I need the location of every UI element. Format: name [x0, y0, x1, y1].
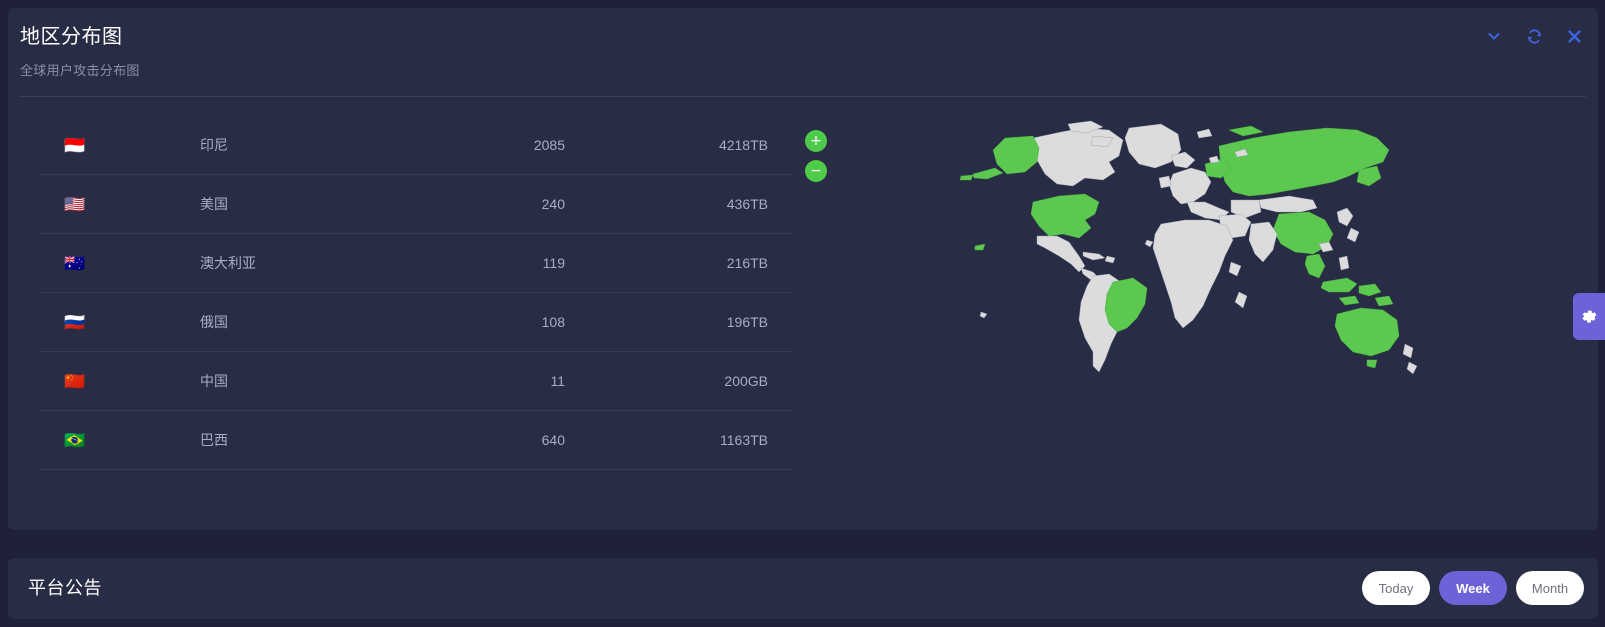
country-name: 中国: [200, 371, 350, 391]
country-name: 俄国: [200, 312, 350, 332]
attack-count: 11: [350, 373, 590, 389]
flag-icon: 🇺🇸: [40, 196, 200, 213]
card-subtitle: 全球用户攻击分布图: [20, 60, 140, 79]
map-zoom-controls: + −: [805, 130, 827, 182]
world-map[interactable]: [933, 116, 1423, 386]
header-divider: [20, 96, 1586, 97]
zoom-in-button[interactable]: +: [805, 130, 827, 152]
flag-icon: 🇮🇩: [40, 137, 200, 154]
country-name: 巴西: [200, 430, 350, 450]
traffic-volume: 1163TB: [590, 432, 793, 448]
attack-count: 119: [350, 255, 590, 271]
notice-title: 平台公告: [28, 574, 102, 600]
traffic-volume: 4218TB: [590, 137, 793, 153]
refresh-icon[interactable]: [1524, 26, 1544, 46]
attack-count: 2085: [350, 137, 590, 153]
settings-tab[interactable]: [1573, 293, 1605, 340]
country-name: 印尼: [200, 135, 350, 155]
table-row[interactable]: 🇷🇺 俄国 108 196TB: [40, 293, 793, 352]
region-table: 🇮🇩 印尼 2085 4218TB 🇺🇸 美国 240 436TB 🇦🇺 澳大利…: [40, 116, 793, 470]
flag-icon: 🇧🇷: [40, 432, 200, 449]
table-row[interactable]: 🇦🇺 澳大利亚 119 216TB: [40, 234, 793, 293]
tab-week[interactable]: Week: [1439, 571, 1507, 605]
region-distribution-card: 地区分布图 全球用户攻击分布图: [8, 8, 1598, 530]
table-row[interactable]: 🇨🇳 中国 11 200GB: [40, 352, 793, 411]
range-tabs: Today Week Month: [1362, 571, 1584, 605]
attack-count: 640: [350, 432, 590, 448]
page-title: 地区分布图: [20, 20, 123, 49]
table-row[interactable]: 🇺🇸 美国 240 436TB: [40, 175, 793, 234]
gear-icon: [1579, 307, 1599, 327]
country-name: 澳大利亚: [200, 253, 350, 273]
country-name: 美国: [200, 194, 350, 214]
attack-count: 240: [350, 196, 590, 212]
zoom-out-button[interactable]: −: [805, 160, 827, 182]
traffic-volume: 196TB: [590, 314, 793, 330]
traffic-volume: 436TB: [590, 196, 793, 212]
tab-month[interactable]: Month: [1516, 571, 1584, 605]
traffic-volume: 216TB: [590, 255, 793, 271]
platform-notice-card: 平台公告 Today Week Month: [8, 558, 1598, 619]
close-icon[interactable]: [1564, 26, 1584, 46]
chevron-down-icon[interactable]: [1484, 26, 1504, 46]
flag-icon: 🇦🇺: [40, 255, 200, 272]
header-tools: [1484, 26, 1584, 46]
table-row[interactable]: 🇮🇩 印尼 2085 4218TB: [40, 116, 793, 175]
flag-icon: 🇨🇳: [40, 373, 200, 390]
attack-count: 108: [350, 314, 590, 330]
traffic-volume: 200GB: [590, 373, 793, 389]
table-row[interactable]: 🇧🇷 巴西 640 1163TB: [40, 411, 793, 470]
tab-today[interactable]: Today: [1362, 571, 1430, 605]
dashboard-page: 地区分布图 全球用户攻击分布图: [0, 0, 1605, 627]
flag-icon: 🇷🇺: [40, 314, 200, 331]
